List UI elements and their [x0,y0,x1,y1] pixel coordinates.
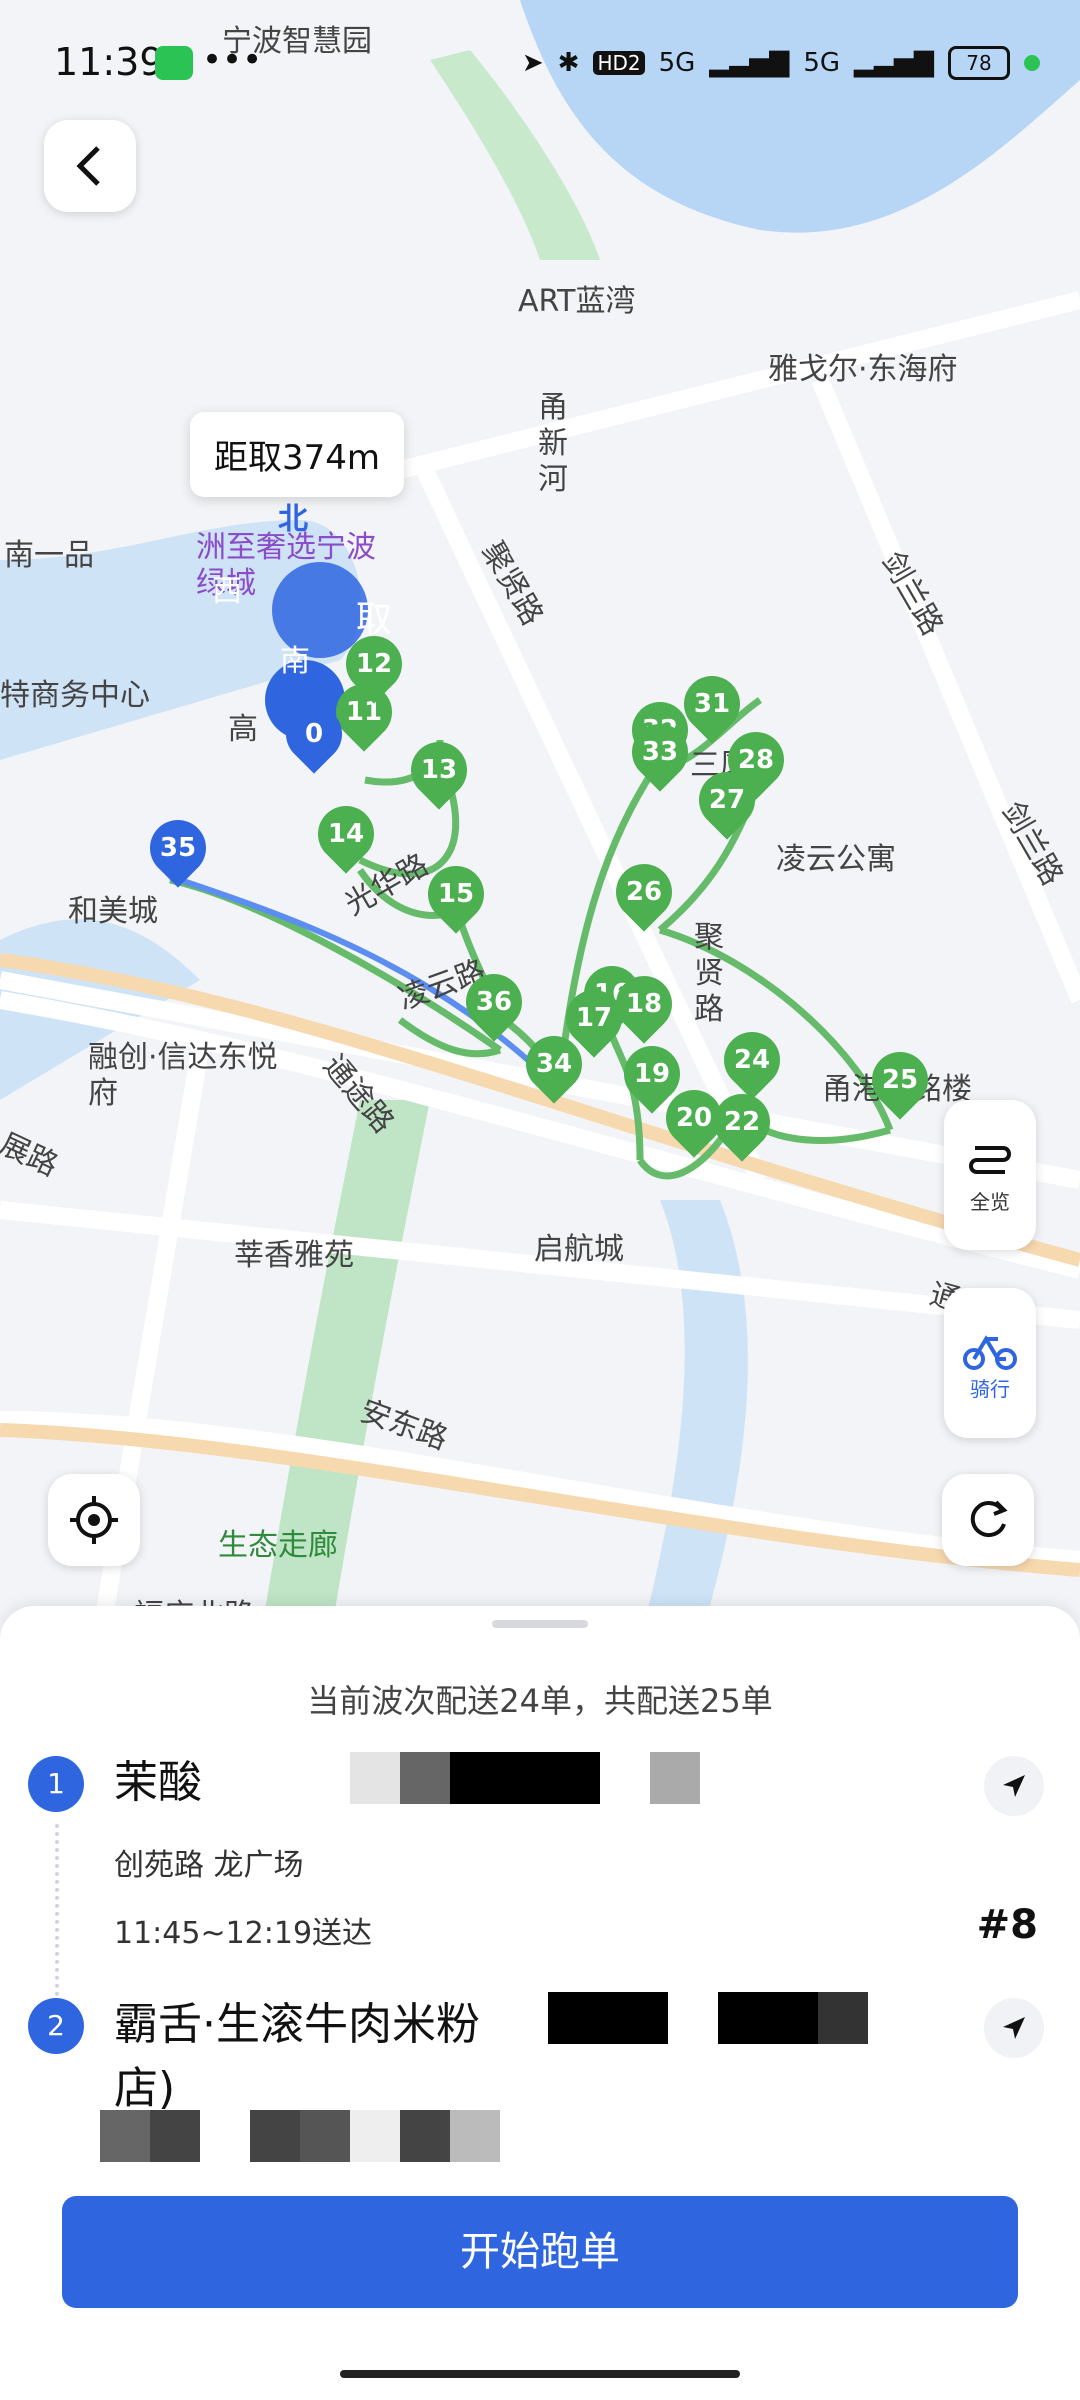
redacted-block [100,2110,500,2162]
signal-bars-icon: ▂▃▅▇ [709,48,790,78]
map-marker[interactable]: 14 [306,794,386,874]
hd-icon: HD2 [593,51,645,75]
signal-5g-icon-2: 5G [803,48,841,78]
route-icon [969,1145,1011,1174]
label-rongchuang: 融创·信达东悦府 [88,1040,278,1111]
label-qu: 取 [356,599,393,640]
status-time: 11:39 [54,40,164,84]
order-title-line2: 店) [114,2063,176,2114]
map-view[interactable]: 宁波智慧园 ART蓝湾 雅戈尔·东海府 甬新河 南一品 洲至奢选宁波绿城 特商务… [0,0,1080,1640]
sheet-handle[interactable] [492,1620,588,1628]
redacted-block [350,1752,700,1804]
order-title: 茉酸 [114,1757,202,1808]
map-marker[interactable]: 22 [702,1082,782,1162]
back-button[interactable] [44,120,136,212]
map-marker[interactable]: 18 [604,964,684,1044]
label-art-bay: ART蓝湾 [518,284,636,319]
overview-button[interactable]: 全览 [944,1100,1036,1250]
signal-bars-icon-2: ▂▃▅▇ [854,48,934,78]
label-xinxiang: 莘香雅苑 [234,1238,354,1273]
navigation-arrow-icon [1003,1775,1025,1797]
map-marker[interactable]: 15 [416,854,496,934]
location-icon: ➤ [521,48,544,78]
label-xi: 西 [212,574,242,609]
map-marker[interactable]: 33 [620,712,700,792]
label-heme-city: 和美城 [68,894,158,929]
map-marker[interactable]: 24 [712,1020,792,1100]
map-marker[interactable]: 36 [454,962,534,1042]
overview-label: 全览 [970,1189,1010,1214]
status-bar: 11:39 ••• ➤ ✱ HD2 5G ▂▃▅▇ 5G ▂▃▅▇ 78 [0,0,1080,130]
locate-button[interactable] [48,1474,140,1566]
label-yongxinhe: 甬新河 [538,390,568,497]
order-index-badge: 1 [28,1756,84,1812]
ride-label: 骑行 [970,1376,1010,1401]
label-nan: 南 [280,644,310,679]
signal-5g-icon: 5G [658,48,696,78]
refresh-icon [970,1500,1008,1538]
label-gao: 高 [228,712,258,747]
chevron-left-icon [76,146,100,186]
map-marker[interactable]: 12 [334,624,414,704]
label-nanyipin: 南一品 [4,538,94,573]
home-indicator[interactable] [340,2370,740,2378]
label-yageer: 雅戈尔·东海府 [768,352,958,387]
wechat-icon [155,46,193,80]
bluetooth-icon: ✱ [557,48,580,78]
order-tag: #8 [976,1902,1038,1948]
label-business-center: 特商务中心 [0,678,150,713]
order-title: 霸舌·生滚牛肉米粉 [114,1999,480,2050]
map-marker[interactable]: 0 [274,694,354,774]
map-marker[interactable]: 28 [716,720,796,800]
map-marker[interactable]: 26 [604,852,684,932]
map-marker[interactable]: 25 [860,1040,940,1120]
label-qihang: 启航城 [534,1232,624,1267]
navigation-arrow-icon [1003,2017,1025,2039]
bike-icon [963,1334,1017,1370]
crosshair-icon [70,1496,118,1544]
label-juxian-rd-2: 聚贤路 [694,920,724,1027]
order-address: 创苑路 龙广场 [114,1848,304,1883]
ride-mode-button[interactable]: 骑行 [944,1288,1036,1438]
map-marker[interactable]: 13 [399,730,479,810]
battery-icon: 78 [948,46,1010,80]
map-marker[interactable]: 34 [514,1024,594,1104]
label-eco-corridor: 生态走廊 [218,1528,338,1563]
start-delivery-button[interactable]: 开始跑单 [62,2196,1018,2308]
more-notifications-icon: ••• [202,40,263,80]
green-dot-icon [1024,55,1040,71]
order-time-window: 11:45~12:19送达 [114,1916,373,1951]
label-lingyun-apt: 凌云公寓 [776,842,896,877]
refresh-button[interactable] [942,1474,1034,1566]
order-index-badge: 2 [28,1998,84,2054]
navigate-button[interactable] [984,1998,1044,2058]
redacted-block [548,1992,868,2044]
map-marker[interactable]: 35 [138,808,218,888]
batch-summary: 当前波次配送24单，共配送25单 [307,1682,773,1720]
distance-bubble: 距取374m [190,412,405,497]
label-north: 北 [278,502,308,537]
navigate-button[interactable] [984,1756,1044,1816]
